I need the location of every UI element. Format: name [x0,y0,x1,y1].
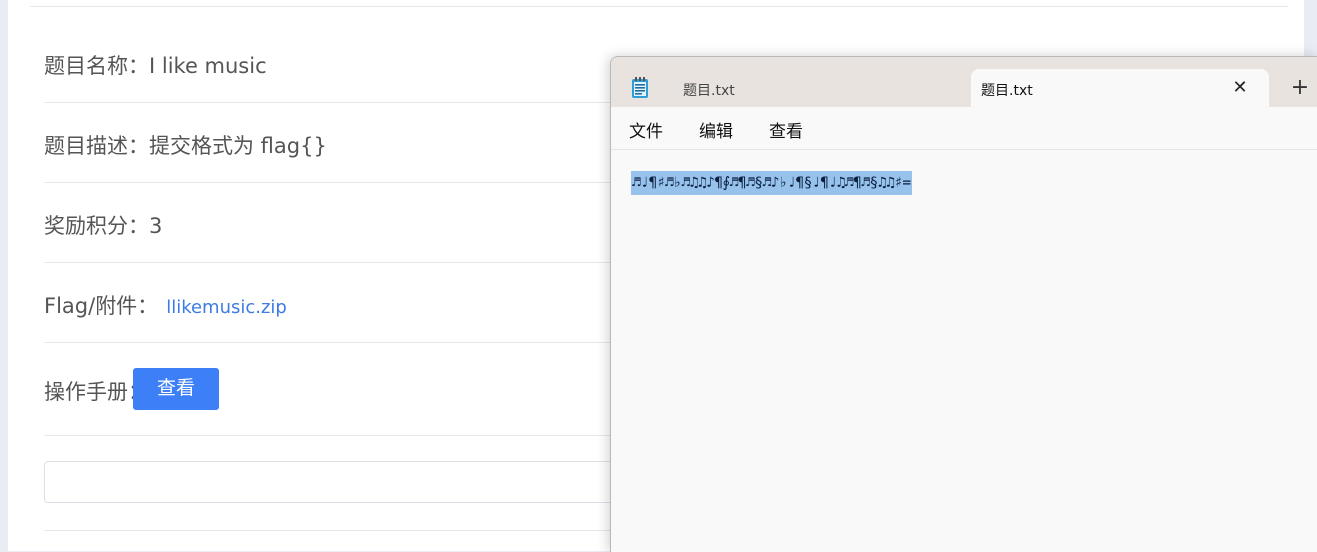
menu-view[interactable]: 查看 [769,117,803,142]
attachment-download-link[interactable]: llikemusic.zip [166,297,287,318]
challenge-description-value: 提交格式为 flag{} [149,134,327,158]
view-manual-button[interactable]: 查看 [133,368,219,410]
tab-active-label: 题目.txt [981,83,1033,99]
tab-active[interactable]: 题目.txt ✕ [971,69,1269,107]
challenge-name-value: I like music [149,54,267,78]
challenge-description-label: 题目描述： [44,134,149,158]
challenge-name-label: 题目名称： [44,54,149,78]
menu-file[interactable]: 文件 [629,117,663,142]
notepad-titlebar[interactable]: 题目.txt 题目.txt ✕ + [611,57,1317,107]
challenge-score-value: 3 [149,214,163,238]
challenge-name-text: 题目名称：I like music [44,50,267,80]
tab-inactive[interactable]: 题目.txt [683,80,735,100]
challenge-score-label: 奖励积分： [44,214,149,238]
notepad-window: 题目.txt 题目.txt ✕ + 文件 编辑 查看 ♬♩¶♯♬♭♬♫♫♪¶∮♬… [610,56,1317,552]
challenge-attachment-label: Flag/附件： [44,294,159,318]
menu-edit[interactable]: 编辑 [699,117,733,142]
notepad-menubar: 文件 编辑 查看 [611,107,1317,150]
selected-music-text[interactable]: ♬♩¶♯♬♭♬♫♫♪¶∮♬¶♬§♬♪♭♩¶§♩¶♩♫♬¶♬§♫♫♯= [631,171,912,195]
notepad-editor[interactable]: ♬♩¶♯♬♭♬♫♫♪¶∮♬¶♬§♬♪♭♩¶§♩¶♩♫♬¶♬§♫♫♯= [611,150,1317,552]
new-tab-plus-icon[interactable]: + [1289,77,1311,99]
divider [30,6,1288,7]
notepad-icon [631,77,649,99]
close-icon[interactable]: ✕ [1229,77,1251,99]
